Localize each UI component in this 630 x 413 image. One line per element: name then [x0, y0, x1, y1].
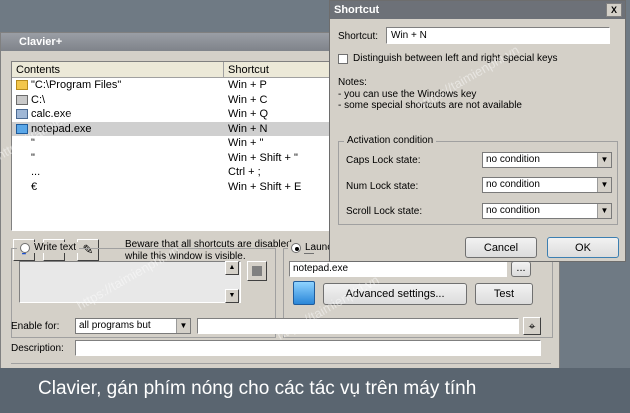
row-contents-cell: " [12, 151, 224, 166]
shortcut-label: Shortcut: [338, 31, 379, 42]
row-contents-text: ... [31, 166, 41, 178]
chevron-down-icon: ▼ [597, 153, 611, 167]
row-shortcut-cell: Ctrl + ; [228, 166, 261, 178]
row-contents-cell: calc.exe [12, 107, 224, 122]
write-text-scroll-down[interactable]: ▼ [225, 289, 239, 303]
notepad-icon [293, 281, 315, 305]
num-lock-select[interactable]: no condition ▼ [482, 177, 612, 193]
cancel-button[interactable]: Cancel [465, 237, 537, 258]
column-shortcut[interactable]: Shortcut [224, 62, 330, 77]
dialog-title-bar: Shortcut X [330, 1, 625, 19]
close-button[interactable]: X [606, 3, 622, 17]
row-shortcut-cell: Win + P [228, 79, 267, 91]
drive-icon [16, 94, 28, 105]
chevron-down-icon: ▼ [597, 178, 611, 192]
caps-lock-value: no condition [486, 154, 540, 165]
enable-for-select[interactable]: all programs but ▼ [75, 318, 191, 334]
enable-for-label: Enable for: [11, 321, 60, 332]
scroll-lock-value: no condition [486, 205, 540, 216]
caps-lock-select[interactable]: no condition ▼ [482, 152, 612, 168]
caps-lock-label: Caps Lock state: [346, 155, 421, 166]
num-lock-label: Num Lock state: [346, 181, 419, 192]
row-shortcut-cell: Win + N [228, 122, 268, 135]
scroll-lock-label: Scroll Lock state: [346, 206, 423, 217]
distinguish-label: Distinguish between left and right speci… [353, 53, 558, 64]
caption-bar: Clavier, gán phím nóng cho các tác vụ tr… [0, 368, 630, 413]
caption-text: Clavier, gán phím nóng cho các tác vụ tr… [38, 378, 477, 399]
row-shortcut-cell: Win + " [228, 137, 264, 149]
description-label: Description: [11, 343, 64, 354]
target-button[interactable]: ⌖ [523, 317, 541, 335]
programs-input[interactable] [197, 318, 519, 334]
description-input[interactable] [75, 340, 541, 356]
shortcut-dialog: Shortcut X Shortcut: Win + N Distinguish… [329, 0, 626, 262]
enable-for-value: all programs but [79, 320, 151, 331]
row-shortcut-cell: Win + Shift + E [228, 180, 302, 193]
row-shortcut-cell: Win + Shift + " [228, 151, 298, 164]
row-contents-text: "C:\Program Files" [31, 79, 122, 91]
table-row[interactable]: " Win + Shift + " [12, 151, 330, 166]
write-text-scroll-up[interactable]: ▲ [225, 261, 239, 275]
shortcut-list[interactable]: Contents Shortcut "C:\Program Files" Win … [11, 61, 331, 231]
row-shortcut-cell: Win + Q [228, 108, 269, 120]
ok-button[interactable]: OK [547, 237, 619, 258]
scroll-lock-select[interactable]: no condition ▼ [482, 203, 612, 219]
row-contents-cell: "C:\Program Files" [12, 78, 224, 93]
blank-icon [16, 167, 28, 177]
column-contents[interactable]: Contents [12, 62, 224, 77]
write-text-label: Write text [34, 242, 77, 253]
row-shortcut-cell: Win + C [228, 93, 268, 106]
notes-title: Notes: [338, 77, 367, 88]
calculator-icon [16, 109, 28, 120]
table-row[interactable]: € Win + Shift + E [12, 180, 330, 195]
table-row[interactable]: " Win + " [12, 136, 330, 151]
blank-icon [16, 153, 28, 163]
folder-icon [16, 80, 28, 91]
chevron-down-icon: ▼ [597, 204, 611, 218]
table-row[interactable]: "C:\Program Files" Win + P [12, 78, 330, 93]
launch-path-input[interactable]: notepad.exe [289, 261, 507, 277]
num-lock-value: no condition [486, 179, 540, 190]
list-header: Contents Shortcut [12, 62, 330, 78]
dialog-title: Shortcut [334, 4, 380, 16]
row-contents-cell: C:\ [12, 93, 224, 108]
chevron-down-icon: ▼ [176, 319, 190, 333]
close-icon: X [610, 5, 617, 15]
crosshair-icon: ⌖ [528, 319, 536, 333]
row-contents-text: C:\ [31, 93, 46, 106]
square-icon [252, 266, 262, 276]
activation-group-title: Activation condition [344, 135, 437, 146]
row-contents-cell: ... [12, 165, 224, 180]
shortcut-input[interactable]: Win + N [386, 27, 610, 44]
main-window-title: Clavier+ [19, 36, 63, 48]
distinguish-checkbox[interactable]: Distinguish between left and right speci… [338, 53, 558, 64]
launch-browse-button[interactable]: ... [511, 261, 531, 277]
row-contents-text: " [31, 151, 35, 164]
table-row[interactable]: ... Ctrl + ; [12, 165, 330, 180]
row-contents-cell: € [12, 180, 224, 195]
table-row[interactable]: C:\ Win + C [12, 93, 330, 108]
write-text-radio[interactable]: Write text [17, 242, 80, 253]
blank-icon [16, 182, 28, 192]
special-char-button[interactable] [247, 261, 267, 281]
row-contents-text: € [31, 180, 38, 193]
test-button[interactable]: Test [475, 283, 533, 305]
